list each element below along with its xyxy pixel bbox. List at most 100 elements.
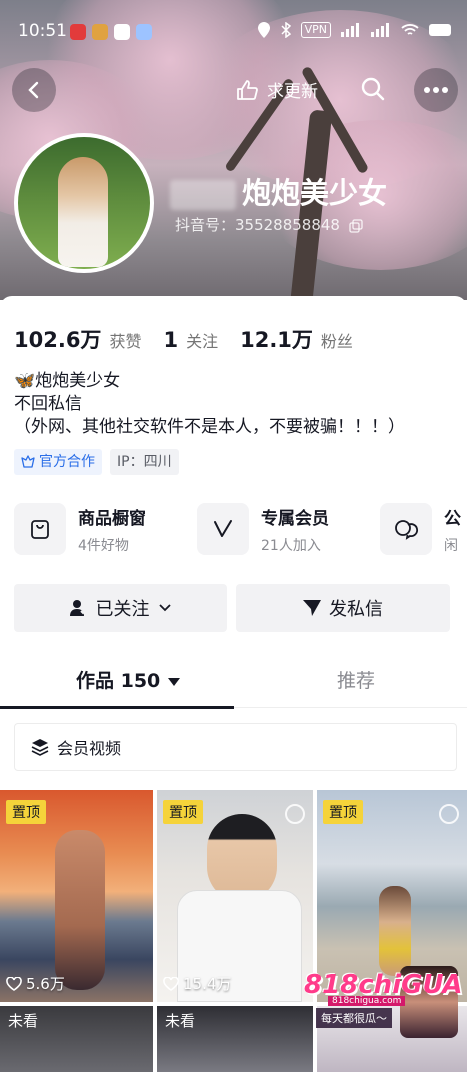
following-label[interactable]: 关注 (186, 328, 218, 352)
unseen-badge: 未看 (165, 1012, 196, 1030)
request-update-label: 求更新 (267, 82, 318, 102)
wifi-icon (401, 24, 419, 35)
search-icon (361, 77, 385, 101)
thumb-point-icon (237, 79, 258, 100)
app-notification-icon (114, 24, 130, 40)
service-title: 商品橱窗 (78, 508, 146, 529)
service-subtitle: 闲 (444, 537, 458, 554)
notification-badges (70, 24, 152, 40)
video-thumbnail[interactable]: 未看 (157, 1006, 313, 1072)
likes-count-text: 15.4万 (183, 975, 232, 993)
member-videos-filter[interactable]: 会员视频 (14, 723, 457, 771)
service-third[interactable]: 公 闲 (380, 499, 461, 559)
back-button[interactable] (12, 68, 56, 112)
video-likes: 15.4万 (163, 973, 231, 994)
services-row: 商品橱窗 4件好物 专属会员 21人加入 公 闲 (14, 499, 467, 559)
followers-count[interactable]: 12.1万 (240, 324, 313, 354)
app-notification-icon (70, 24, 86, 40)
service-title: 公 (444, 508, 461, 529)
pinned-badge: 置顶 (6, 800, 46, 824)
battery-icon (429, 24, 451, 36)
bluetooth-icon (281, 22, 291, 38)
avatar[interactable] (14, 133, 154, 273)
video-likes: 5.6万 (6, 973, 65, 994)
live-ring-icon (439, 804, 459, 824)
more-button[interactable] (414, 68, 458, 112)
video-thumbnail[interactable]: 未看 (0, 1006, 153, 1072)
unseen-badge: 未看 (8, 1012, 39, 1030)
tab-active-indicator (0, 706, 234, 709)
thumbnail-figure (55, 830, 105, 990)
official-icon (21, 455, 35, 468)
search-button[interactable] (360, 76, 390, 106)
bio-line: 🦋炮炮美少女 (14, 371, 121, 391)
pinned-badge: 置顶 (163, 800, 203, 824)
layers-icon (31, 739, 49, 756)
status-icons: VPN (257, 22, 451, 38)
likes-count-text: 5.6万 (26, 975, 65, 993)
copy-icon (349, 218, 363, 233)
more-dots-icon (424, 87, 448, 93)
user-check-icon (69, 600, 88, 616)
heart-icon (6, 976, 22, 991)
shopping-bag-icon (14, 503, 66, 555)
send-plane-icon (303, 600, 321, 616)
service-subtitle: 4件好物 (78, 537, 129, 554)
profile-tags: 官方合作 IP：四川 (14, 449, 179, 475)
thumbnail-face (207, 814, 277, 902)
signal-icon (371, 23, 389, 37)
member-videos-label: 会员视频 (57, 739, 122, 758)
service-title: 专属会员 (261, 508, 329, 529)
location-icon (257, 22, 270, 38)
ip-location-tag: IP：四川 (110, 449, 179, 475)
service-shop-window[interactable]: 商品橱窗 4件好物 (14, 499, 146, 559)
app-notification-icon (136, 24, 152, 40)
followed-label: 已关注 (95, 599, 150, 620)
watermark-overlay: 818chiGUA 818chigua.com 每天都很瓜～ (300, 960, 463, 1040)
ip-location-label: IP：四川 (117, 454, 172, 470)
chevron-left-icon (28, 81, 39, 99)
blurred-name-prefix (170, 180, 236, 210)
likes-label: 获赞 (109, 332, 142, 351)
bio-line: 不回私信 (14, 394, 82, 414)
official-collab-label: 官方合作 (39, 454, 95, 470)
request-update-button[interactable]: 求更新 (235, 77, 318, 102)
watermark-site: 818chigua.com (328, 996, 406, 1006)
bio-line: （外网、其他社交软件不是本人，不要被骗！！！） (14, 417, 405, 437)
status-time: 10:51 (18, 21, 67, 41)
live-ring-icon (285, 804, 305, 824)
triangle-down-icon (167, 678, 180, 686)
send-message-button[interactable]: 发私信 (236, 584, 450, 632)
vpn-badge: VPN (300, 22, 331, 38)
profile-nickname: 炮炮美少女 (170, 170, 387, 212)
official-collab-tag[interactable]: 官方合作 (14, 449, 102, 475)
followed-button[interactable]: 已关注 (14, 584, 227, 632)
nickname-text: 炮炮美少女 (242, 176, 388, 210)
vip-v-icon (197, 503, 249, 555)
service-exclusive-member[interactable]: 专属会员 21人加入 (197, 499, 329, 559)
video-thumbnail[interactable]: 置顶 5.6万 (0, 790, 153, 1002)
signal-icon (341, 23, 359, 37)
douyin-id-text: 抖音号：35528858848 (175, 216, 340, 234)
followers-label[interactable]: 粉丝 (321, 328, 353, 352)
heart-icon (163, 976, 179, 991)
pinned-badge: 置顶 (323, 800, 363, 824)
douyin-id[interactable]: 抖音号：35528858848 (175, 214, 363, 235)
send-message-label: 发私信 (329, 599, 383, 620)
watermark-tagline: 每天都很瓜～ (316, 1008, 392, 1028)
profile-stats: 102.6万 获赞 1 关注 12.1万 粉丝 (14, 324, 375, 354)
following-count[interactable]: 1 (163, 328, 178, 352)
service-subtitle: 21人加入 (261, 537, 321, 554)
tab-works[interactable]: 作品 150 (76, 666, 181, 693)
profile-bio: 🦋炮炮美少女 不回私信 （外网、其他社交软件不是本人，不要被骗！！！） (14, 370, 405, 439)
avatar-photo (58, 157, 108, 267)
video-thumbnail[interactable]: 置顶 15.4万 (157, 790, 313, 1002)
chevron-down-icon (158, 604, 171, 612)
likes-count: 102.6万 (14, 328, 102, 352)
status-bar: 10:51 VPN (0, 0, 467, 60)
chat-bubbles-icon (380, 503, 432, 555)
content-tabs: 作品 150 推荐 (0, 656, 467, 709)
tab-works-label: 作品 150 (76, 670, 161, 692)
app-notification-icon (92, 24, 108, 40)
tab-recommend[interactable]: 推荐 (337, 666, 375, 693)
